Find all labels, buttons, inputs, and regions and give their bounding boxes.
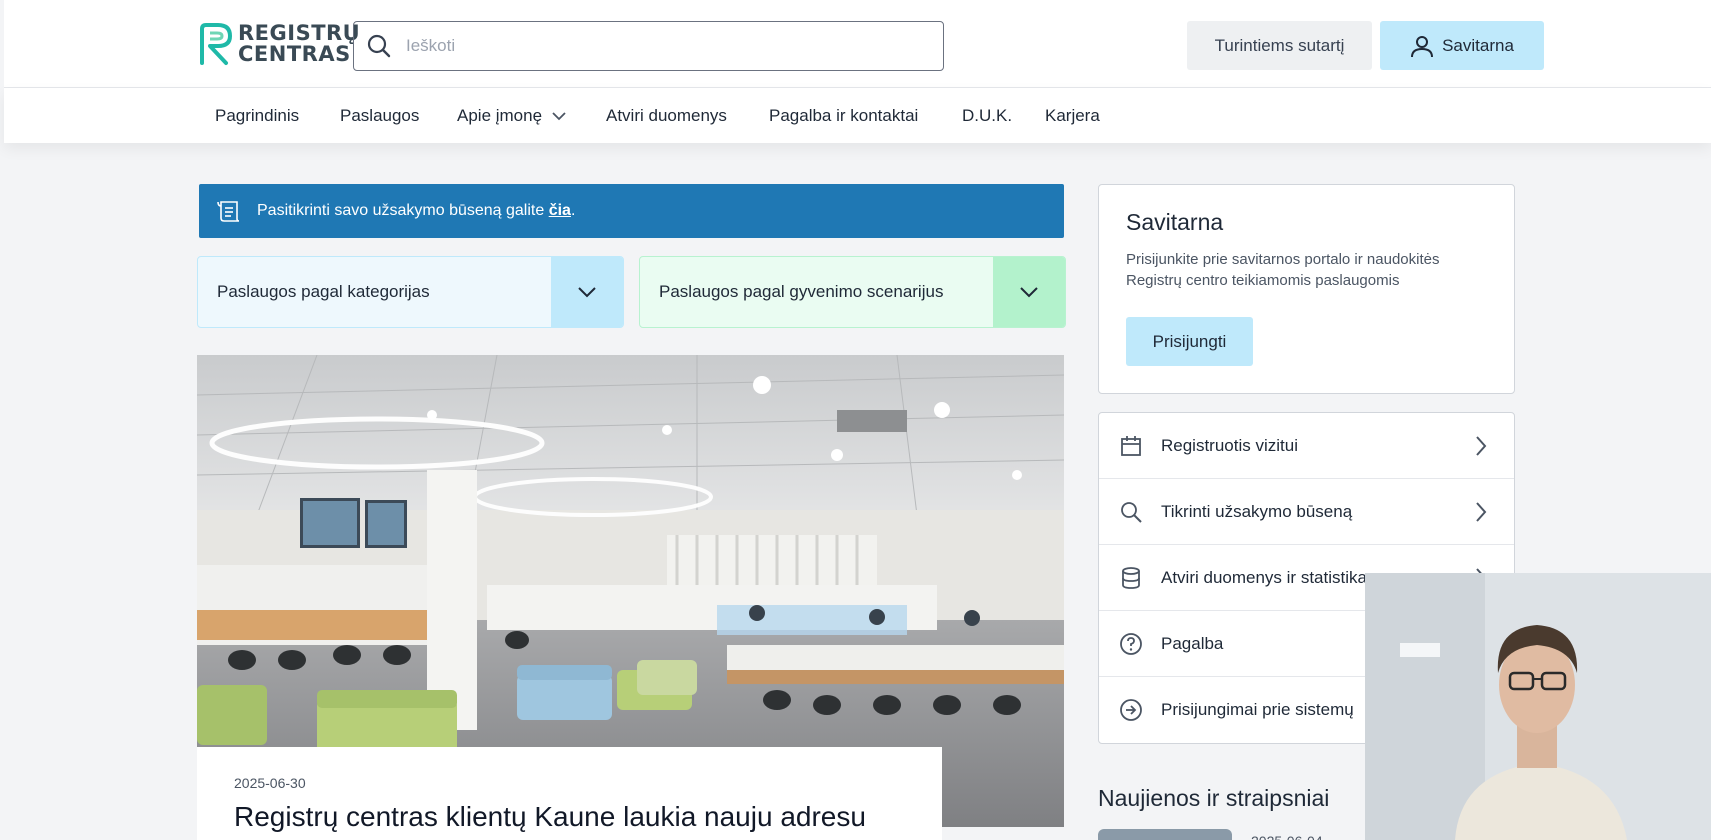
help-icon xyxy=(1119,632,1143,656)
services-by-life-events-label: Paslaugos pagal gyvenimo scenarijus xyxy=(659,282,944,301)
news-date: 2025-06-30 xyxy=(234,775,306,791)
main-nav: Pagrindinis Paslaugos Apie įmonę Atviri … xyxy=(4,88,1711,143)
services-by-category-label: Paslaugos pagal kategorijas xyxy=(217,282,430,301)
services-by-category-toggle[interactable] xyxy=(551,257,623,327)
nav-item-careers[interactable]: Karjera xyxy=(1045,88,1100,143)
chevron-right-icon xyxy=(1476,436,1487,456)
logo[interactable]: REGISTRŲ CENTRAS xyxy=(196,20,360,68)
self-service-panel: Savitarna Prisijunkite prie savitarnos p… xyxy=(1098,184,1515,394)
calendar-icon xyxy=(1119,434,1143,458)
nav-item-help[interactable]: Pagalba ir kontaktai xyxy=(769,88,918,143)
news-thumbnail[interactable] xyxy=(1098,829,1232,840)
search-icon xyxy=(1119,500,1143,524)
services-by-life-events-toggle[interactable] xyxy=(993,257,1065,327)
news-item-date: 2025-06-04 xyxy=(1251,833,1323,840)
self-service-description: Prisijunkite prie savitarnos portalo ir … xyxy=(1126,251,1440,289)
quick-link-label: Registruotis vizitui xyxy=(1161,435,1298,455)
contracts-button[interactable]: Turintiems sutartį xyxy=(1187,21,1372,70)
news-title[interactable]: Registrų centras klientų Kaune laukia na… xyxy=(234,801,905,833)
chevron-down-icon xyxy=(552,111,566,120)
self-service-button[interactable]: Savitarna xyxy=(1380,21,1544,70)
top-bar: REGISTRŲ CENTRAS Turintiems sutartį Savi… xyxy=(4,0,1711,88)
webcam-overlay xyxy=(1365,573,1711,840)
nav-item-faq[interactable]: D.U.K. xyxy=(962,88,1012,143)
quick-link-register-visit[interactable]: Registruotis vizitui xyxy=(1099,413,1514,479)
search-box[interactable] xyxy=(353,21,944,71)
order-status-banner: Pasitikrinti savo užsakymo būseną galite… xyxy=(199,184,1064,238)
arrow-circle-icon xyxy=(1119,698,1143,722)
services-by-life-events-dropdown[interactable]: Paslaugos pagal gyvenimo scenarijus xyxy=(639,256,1066,328)
presenter-video xyxy=(1365,573,1711,840)
banner-text: Pasitikrinti savo užsakymo būseną galite… xyxy=(257,202,575,220)
chevron-down-icon xyxy=(1020,287,1038,298)
news-card[interactable]: 2025-06-30 Registrų centras klientų Kaun… xyxy=(197,747,942,840)
news-section-title: Naujienos ir straipsniai xyxy=(1098,785,1330,811)
document-icon xyxy=(217,201,240,222)
nav-item-about-label: Apie įmonę xyxy=(457,105,543,125)
quick-link-label: Tikrinti užsakymo būseną xyxy=(1161,501,1353,521)
quick-link-check-order[interactable]: Tikrinti užsakymo būseną xyxy=(1099,479,1514,545)
nav-item-home[interactable]: Pagrindinis xyxy=(215,88,299,143)
quick-link-label: Atviri duomenys ir statistika xyxy=(1161,567,1367,587)
nav-item-about[interactable]: Apie įmonę xyxy=(457,88,566,143)
search-icon xyxy=(367,34,391,58)
banner-suffix: . xyxy=(570,202,576,219)
logo-text-line2: CENTRAS xyxy=(238,42,351,66)
logo-text-line1: REGISTRŲ xyxy=(238,21,361,45)
search-input[interactable] xyxy=(406,36,926,56)
chevron-down-icon xyxy=(578,287,596,298)
user-icon xyxy=(1411,35,1434,57)
logo-mark-icon xyxy=(200,23,232,65)
self-service-label: Savitarna xyxy=(1442,35,1514,55)
nav-item-open-data[interactable]: Atviri duomenys xyxy=(606,88,727,143)
chevron-right-icon xyxy=(1476,502,1487,522)
nav-item-services[interactable]: Paslaugos xyxy=(340,88,419,143)
services-by-category-dropdown[interactable]: Paslaugos pagal kategorijas xyxy=(197,256,624,328)
database-icon xyxy=(1119,566,1143,590)
banner-message: Pasitikrinti savo užsakymo būseną galite xyxy=(257,202,549,219)
quick-link-label: Pagalba xyxy=(1161,633,1224,653)
quick-link-label: Prisijungimai prie sistemų xyxy=(1161,700,1354,719)
banner-link[interactable]: čia xyxy=(549,202,571,219)
self-service-title: Savitarna xyxy=(1126,209,1224,235)
login-button[interactable]: Prisijungti xyxy=(1126,317,1253,366)
